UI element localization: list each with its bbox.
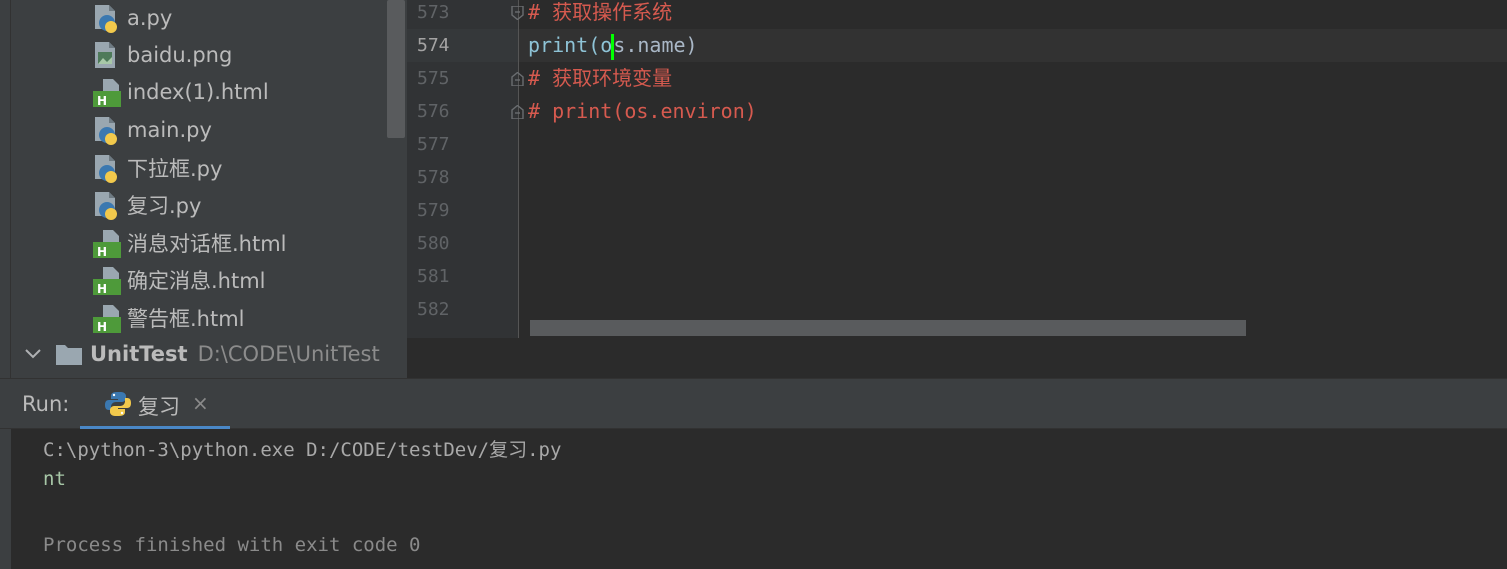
tool-window-strip: [0, 0, 11, 378]
tree-item-fuxi-py[interactable]: 复习.py: [93, 187, 201, 223]
tree-item-main-py[interactable]: main.py: [93, 112, 212, 148]
run-tab[interactable]: 复习 ×: [80, 379, 230, 430]
editor-horizontal-scrollbar[interactable]: [530, 320, 1246, 336]
html-file-icon: H: [93, 265, 121, 296]
tree-item-label: baidu.png: [127, 43, 233, 67]
code-line-574: print(os.name): [528, 29, 698, 62]
tree-item-jinggaokuang-html[interactable]: H 警告框.html: [93, 300, 245, 336]
python-icon: [104, 390, 132, 418]
tree-item-label: 复习.py: [127, 194, 202, 218]
line-number: 579: [417, 200, 450, 221]
line-number: 578: [417, 167, 450, 188]
project-tree: a.py baidu.png H index(1).html main.py 下…: [0, 0, 407, 378]
html-file-icon: H: [93, 303, 121, 334]
line-number: 573: [417, 2, 450, 23]
code-line-576: # print(os.environ): [528, 99, 757, 123]
line-number: 576: [417, 101, 450, 122]
fold-guide: [518, 0, 519, 338]
code-after-caret: s.name): [613, 33, 698, 57]
tree-item-label: main.py: [127, 118, 212, 142]
folder-path: D:\CODE\UnitTest: [197, 342, 380, 366]
tree-item-label: index(1).html: [127, 80, 269, 104]
tree-item-xialakuang-py[interactable]: 下拉框.py: [93, 150, 222, 186]
code-before-caret: print(o: [528, 33, 613, 57]
line-number: 580: [417, 233, 450, 254]
fold-marker-icon[interactable]: [511, 71, 524, 87]
tree-item-baidu-png[interactable]: baidu.png: [93, 37, 232, 73]
tree-item-label: 下拉框.py: [127, 157, 223, 181]
tree-item-xiaoxiduihuakuang-html[interactable]: H 消息对话框.html: [93, 225, 287, 261]
code-line-575: # 获取环境变量: [528, 66, 673, 90]
chevron-down-icon[interactable]: [18, 336, 48, 372]
console-finish-line: Process finished with exit code 0: [43, 534, 421, 556]
run-console[interactable]: C:\python-3\python.exe D:/CODE/testDev/复…: [0, 429, 1507, 569]
svg-text:H: H: [97, 94, 107, 107]
run-tool-window-header: Run: 复习 ×: [0, 378, 1507, 430]
tree-scrollbar[interactable]: [387, 0, 405, 138]
line-number: 582: [417, 299, 450, 320]
image-file-icon: [93, 40, 121, 70]
line-number: 577: [417, 134, 450, 155]
tree-item-label: a.py: [127, 6, 173, 30]
run-tab-label: 复习: [138, 395, 180, 419]
html-file-icon: H: [93, 77, 121, 108]
editor-bottom-area: [407, 338, 1507, 378]
fold-marker-icon[interactable]: [511, 5, 524, 21]
run-label: Run:: [22, 392, 70, 416]
svg-text:H: H: [97, 320, 107, 333]
tree-item-label: 确定消息.html: [127, 269, 266, 293]
svg-text:H: H: [97, 245, 107, 258]
tree-folder-unittest[interactable]: UnitTest D:\CODE\UnitTest: [18, 336, 380, 372]
html-file-icon: H: [93, 228, 121, 259]
console-output-line: nt: [43, 468, 66, 490]
folder-icon: [56, 343, 82, 365]
tree-item-quedingxiaoxi-html[interactable]: H 确定消息.html: [93, 262, 266, 298]
tree-item-index-html[interactable]: H index(1).html: [93, 74, 269, 110]
code-editor[interactable]: 573 574 575 576 577 578 579 580 581 582 …: [407, 0, 1507, 378]
python-file-icon: [93, 115, 121, 145]
svg-text:H: H: [97, 282, 107, 295]
fold-marker-icon[interactable]: [511, 104, 524, 120]
tree-item-label: 消息对话框.html: [127, 232, 287, 256]
code-line-573: # 获取操作系统: [528, 0, 673, 24]
line-number-active: 574: [417, 35, 450, 56]
line-number: 581: [417, 266, 450, 287]
python-file-icon: [93, 153, 121, 183]
console-command-line: C:\python-3\python.exe D:/CODE/testDev/复…: [43, 439, 562, 461]
close-icon[interactable]: ×: [192, 391, 209, 415]
tree-item-a-py[interactable]: a.py: [93, 0, 172, 36]
folder-name: UnitTest: [90, 342, 188, 366]
python-file-icon: [93, 190, 121, 220]
tree-item-label: 警告框.html: [127, 307, 245, 331]
line-number: 575: [417, 68, 450, 89]
python-file-icon: [93, 3, 121, 33]
